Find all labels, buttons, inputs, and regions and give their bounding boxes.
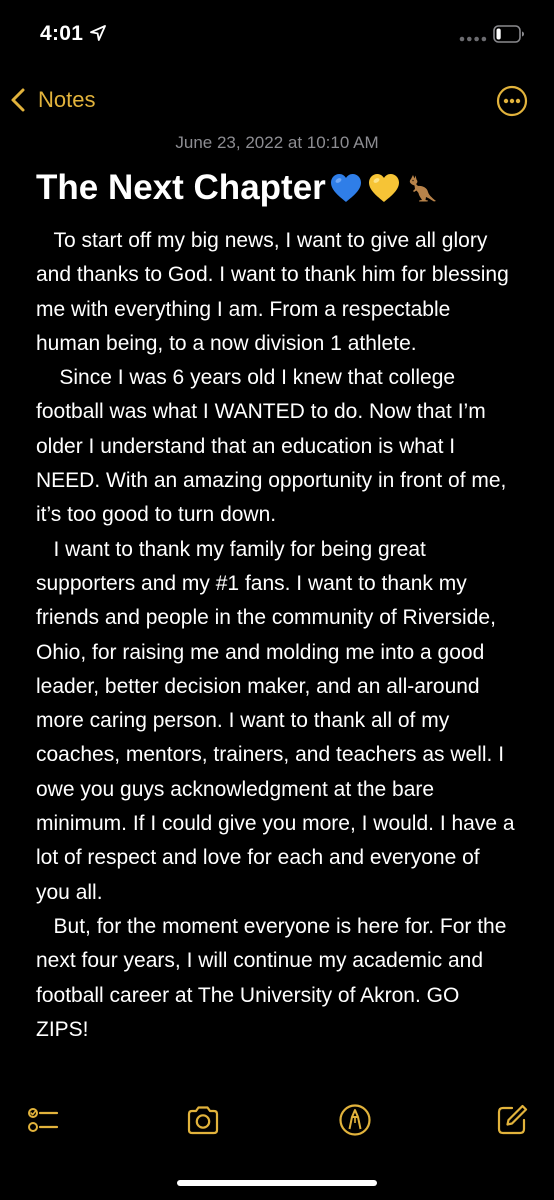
back-label: Notes [38, 87, 96, 112]
chevron-left-icon [11, 88, 25, 112]
bottom-toolbar [0, 1095, 554, 1149]
yellow-heart-icon [366, 170, 402, 206]
note-date: June 23, 2022 at 10:10 AM [175, 133, 379, 152]
note-title-row[interactable]: The Next Chapter [36, 168, 536, 214]
note-paragraph: But, for the moment everyone is here for… [36, 914, 513, 1041]
checklist-icon[interactable] [27, 1103, 61, 1137]
signal-dots-icon [459, 36, 487, 42]
ellipsis-circle-icon[interactable] [496, 85, 528, 117]
status-time: 4:01 [40, 22, 84, 45]
note-body[interactable]: To start off my big news, I want to give… [36, 224, 516, 1047]
nav-bar: Notes [0, 70, 554, 130]
note-paragraph: To start off my big news, I want to give… [36, 229, 515, 355]
compose-icon[interactable] [495, 1103, 529, 1137]
home-indicator[interactable] [177, 1180, 377, 1186]
note-paragraph: I want to thank my family for being grea… [36, 537, 521, 904]
kangaroo-icon [404, 170, 440, 206]
status-bar: 4:01 [0, 0, 554, 70]
blue-heart-icon [328, 170, 364, 206]
note-title[interactable]: The Next Chapter [36, 168, 326, 207]
camera-icon[interactable] [185, 1103, 221, 1137]
location-arrow-icon [90, 25, 106, 41]
note-paragraph: Since I was 6 years old I knew that coll… [36, 366, 513, 527]
markup-pen-icon[interactable] [338, 1103, 372, 1137]
battery-icon [493, 25, 524, 43]
back-button[interactable]: Notes [8, 82, 95, 118]
